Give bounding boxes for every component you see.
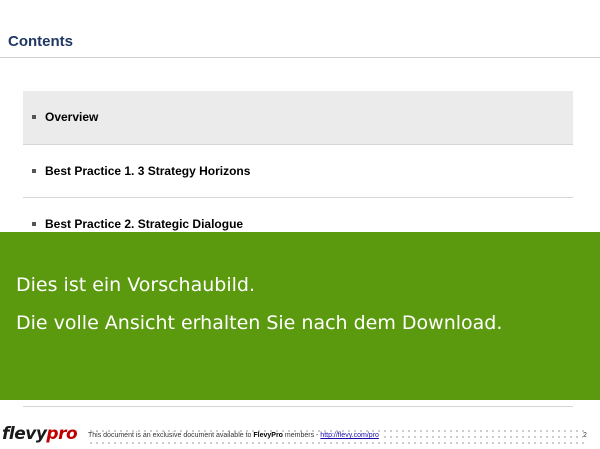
footer-disclaimer: This document is an exclusive document a… <box>88 432 381 439</box>
page-title: Contents <box>8 33 73 50</box>
bullet-icon <box>32 115 36 119</box>
contents-list: Overview Best Practice 1. 3 Strategy Hor… <box>23 91 573 250</box>
toc-item-overview[interactable]: Overview <box>23 91 573 144</box>
slide-header: Contents <box>0 0 600 58</box>
footer: flevypro This document is an exclusive d… <box>0 424 600 449</box>
bullet-icon <box>32 169 36 173</box>
toc-item-strategy-horizons[interactable]: Best Practice 1. 3 Strategy Horizons <box>23 144 573 197</box>
toc-item-label: Overview <box>45 110 99 124</box>
bottom-divider <box>23 406 573 407</box>
page-number: 2 <box>583 432 587 439</box>
footer-brand: FlevyPro <box>253 432 283 439</box>
preview-notice-line1: Dies ist ein Vorschaubild. <box>16 274 256 296</box>
preview-notice-line2: Die volle Ansicht erhalten Sie nach dem … <box>16 312 503 334</box>
toc-item-label: Best Practice 2. Strategic Dialogue <box>45 217 244 231</box>
bullet-icon <box>32 222 36 226</box>
header-divider <box>0 57 600 58</box>
preview-banner: Dies ist ein Vorschaubild. Die volle Ans… <box>0 232 600 400</box>
flevypro-logo: flevypro <box>2 424 78 444</box>
toc-item-label: Best Practice 1. 3 Strategy Horizons <box>45 164 251 178</box>
footer-link[interactable]: http://flevy.com/pro <box>320 432 379 439</box>
